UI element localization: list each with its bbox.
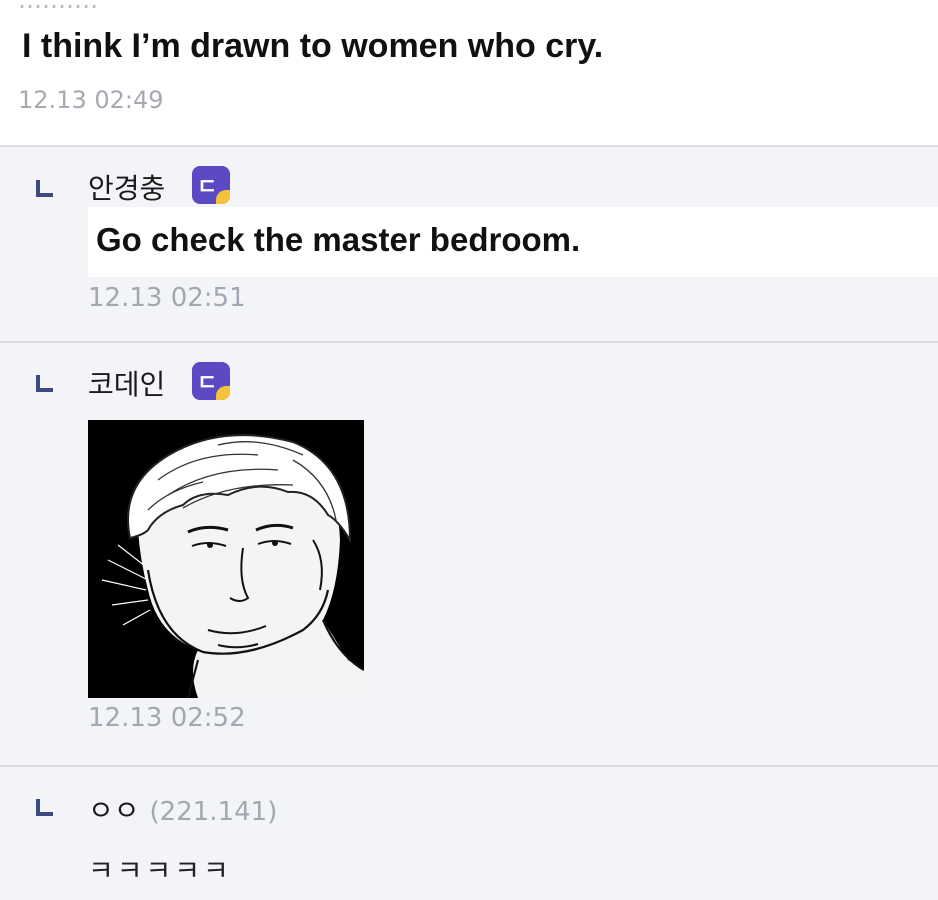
reply-arrow-icon <box>36 799 53 816</box>
reply-text: Go check the master bedroom. <box>96 221 581 258</box>
gallery-member-icon: ㄷ <box>192 362 230 400</box>
reply-text: ㅋㅋㅋㅋㅋ <box>88 854 232 887</box>
reply-author[interactable]: ㅇㅇ <box>88 794 140 827</box>
reply-timestamp: 12.13 02:51 <box>88 283 246 313</box>
original-post: ‥‥‥‥‥ I think I’m drawn to women who cry… <box>0 0 938 145</box>
reply-ip: (221.141) <box>149 797 278 827</box>
post-header-cutoff: ‥‥‥‥‥ <box>18 0 99 14</box>
reply-item: ㅇㅇ (221.141) ㅋㅋㅋㅋㅋ <box>0 767 938 900</box>
post-text: I think I’m drawn to women who cry. <box>22 27 604 65</box>
reply-author-line: ㅇㅇ (221.141) <box>88 789 277 829</box>
post-timestamp: 12.13 02:49 <box>18 86 164 114</box>
reply-timestamp: 12.13 02:52 <box>88 703 246 733</box>
reply-arrow-icon <box>36 375 53 392</box>
reply-author[interactable]: 안경충 <box>88 167 165 207</box>
manga-face-drawing <box>88 420 364 698</box>
manga-face-reaction-image[interactable] <box>88 420 364 698</box>
reply-text-box: Go check the master bedroom. <box>88 207 938 277</box>
reply-author[interactable]: 코데인 <box>88 363 165 403</box>
reply-arrow-icon <box>36 180 53 197</box>
gallery-member-icon: ㄷ <box>192 166 230 204</box>
reply-item: 안경충 ㄷ Go check the master bedroom. 12.13… <box>0 147 938 341</box>
